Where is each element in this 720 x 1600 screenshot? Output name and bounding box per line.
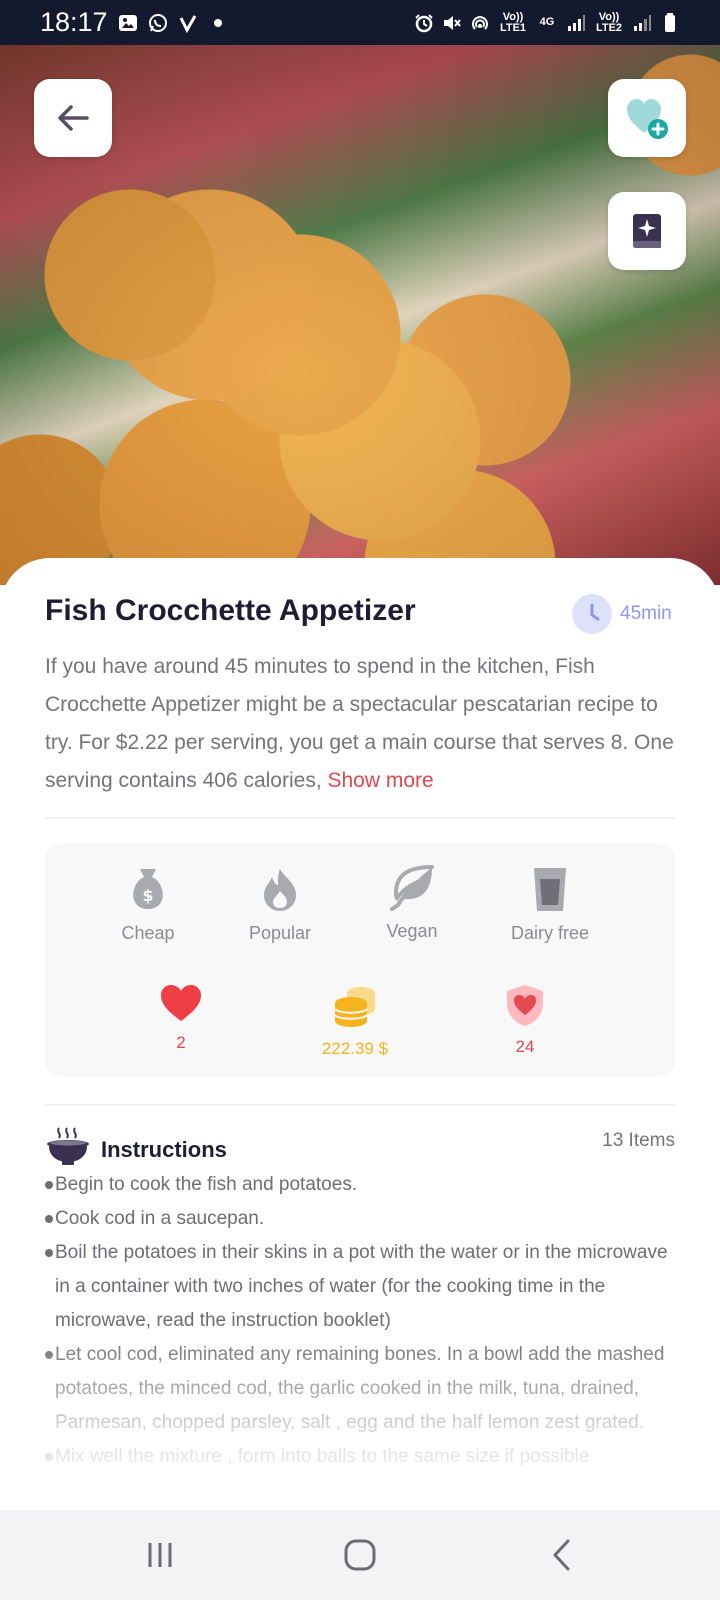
money-bag-icon: $	[133, 869, 163, 909]
stat-price: 222.39 $	[295, 983, 415, 1059]
attribute-cheap: $ Cheap	[103, 865, 193, 944]
magic-book-icon	[633, 214, 661, 248]
attribute-label: Vegan	[386, 921, 438, 941]
divider	[45, 1104, 675, 1106]
cook-time-label: 45min	[620, 603, 672, 624]
home-icon	[344, 1539, 376, 1571]
instruction-step: Mix well the mixture , form into balls t…	[45, 1440, 675, 1474]
status-bar: 18:17 Vo)) LTE1 4G Vo)) LTE2	[0, 0, 720, 45]
glass-icon	[534, 868, 566, 911]
signal-icon	[634, 14, 651, 31]
cooking-pot-icon	[47, 1127, 89, 1165]
instruction-step: Begin to cook the fish and potatoes.	[45, 1168, 675, 1202]
instruction-step: Cook cod in a saucepan.	[45, 1202, 675, 1236]
stat-value: 2	[176, 1033, 186, 1052]
instruction-step: Boil the potatoes in their skins in a po…	[45, 1236, 675, 1338]
recipe-card: Fish Crocchette Appetizer 45min If you h…	[0, 558, 720, 1510]
notification-dot	[213, 18, 222, 27]
health-shield-icon	[507, 985, 543, 1026]
instructions-title: Instructions	[101, 1137, 227, 1162]
heart-plus-icon	[627, 99, 668, 139]
recents-button[interactable]	[130, 1532, 190, 1578]
system-navigation-bar	[0, 1510, 720, 1600]
alarm-icon	[415, 13, 433, 32]
recents-icon	[148, 1543, 172, 1567]
instructions-count: 13 Items	[602, 1130, 675, 1151]
instructions-list[interactable]: Begin to cook the fish and potatoes. Coo…	[45, 1168, 675, 1500]
network-label: 4G	[539, 16, 555, 28]
battery-icon	[665, 12, 675, 32]
recipe-title: Fish Crocchette Appetizer	[45, 594, 416, 627]
signal-icon	[568, 14, 585, 31]
instructions-header: Instructions	[45, 1126, 227, 1166]
mute-icon	[444, 15, 461, 30]
divider	[45, 817, 675, 819]
back-button[interactable]	[34, 79, 112, 157]
attribute-popular: Popular	[235, 865, 325, 944]
attribute-vegan: Vegan	[367, 865, 457, 942]
attribute-label: Popular	[248, 923, 312, 943]
heart-icon	[161, 985, 201, 1021]
back-icon	[553, 1539, 570, 1571]
whatsapp-icon	[148, 13, 167, 32]
stat-value: 24	[515, 1037, 535, 1056]
gallery-icon	[118, 14, 137, 31]
flame-icon	[264, 869, 296, 911]
status-right: Vo)) LTE1 4G Vo)) LTE2	[414, 10, 680, 34]
volte1-label: Vo)) LTE1	[499, 10, 527, 34]
stat-likes: 2	[145, 983, 217, 1053]
volte2-label: Vo)) LTE2	[595, 10, 623, 34]
instruction-step: Let cool cod, eliminated any remaining b…	[45, 1338, 675, 1440]
add-favorite-button[interactable]	[608, 79, 686, 157]
home-button[interactable]	[330, 1532, 390, 1578]
svg-text:$: $	[142, 886, 153, 905]
magic-book-button[interactable]	[608, 192, 686, 270]
status-time: 18:17	[40, 7, 108, 37]
leaf-icon	[390, 865, 434, 911]
check-icon	[179, 14, 196, 33]
recipe-description: If you have around 45 minutes to spend i…	[45, 648, 685, 800]
show-more-link[interactable]: Show more	[328, 769, 434, 792]
clock-icon	[572, 594, 612, 634]
attribute-label: Dairy free	[510, 923, 590, 943]
cook-time: 45min	[572, 594, 672, 634]
nav-back-button[interactable]	[532, 1532, 592, 1578]
arrow-left-icon	[58, 105, 89, 131]
stat-health-score: 24	[489, 983, 561, 1057]
attribute-label: Cheap	[121, 923, 175, 943]
recipe-attributes-panel: $ Cheap Popular Vegan Dairy free 2 222.3…	[45, 843, 675, 1077]
coins-icon	[334, 987, 375, 1027]
stat-value: 222.39 $	[321, 1039, 389, 1058]
attribute-dairy-free: Dairy free	[495, 865, 605, 944]
status-left: 18:17	[40, 7, 222, 38]
hotspot-icon	[472, 15, 488, 30]
